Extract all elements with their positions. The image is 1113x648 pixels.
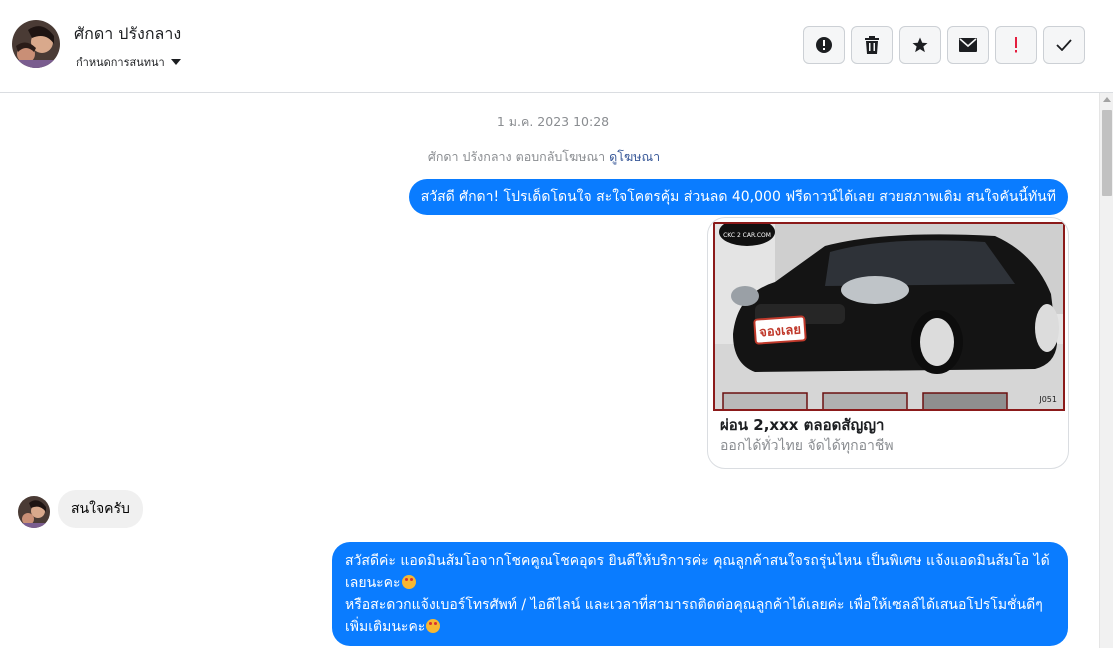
follow-up-button[interactable]: [995, 26, 1037, 64]
conversation-toolbar: [803, 26, 1085, 64]
ad-reply-note: ศักดา ปรังกลาง ตอบกลับโฆษณา ดูโฆษณา: [0, 147, 1088, 167]
checkmark-icon: [1056, 39, 1072, 51]
smiling-face-hearts-icon: [401, 575, 416, 589]
alert-circle-icon: [816, 37, 832, 53]
mark-unread-button[interactable]: [947, 26, 989, 64]
assign-conversation-dropdown[interactable]: กำหนดการสนทนา: [76, 53, 181, 71]
view-ad-link[interactable]: ดูโฆษณา: [609, 149, 660, 164]
caret-down-icon: [170, 59, 181, 65]
ad-card-description: ออกได้ทั่วไทย จัดได้ทุกอาชีพ: [720, 438, 894, 454]
car-code: J051: [1038, 395, 1057, 404]
thread-scrollbar[interactable]: [1099, 93, 1113, 648]
message-thread[interactable]: 1 ม.ค. 2023 10:28 ศักดา ปรังกลาง ตอบกลับ…: [0, 93, 1099, 648]
reserve-sticker: จองเลย: [759, 323, 802, 341]
delete-button[interactable]: [851, 26, 893, 64]
trash-icon: [865, 36, 879, 54]
report-button[interactable]: [803, 26, 845, 64]
contact-name[interactable]: ศักดา ปรังกลาง: [74, 22, 181, 47]
scroll-up-arrow-icon[interactable]: [1103, 97, 1111, 102]
ad-card[interactable]: CKC 2 CAR.COM จองเลย J051 ผ่อน 2,xxx ตลอ…: [707, 217, 1069, 469]
star-icon: [912, 37, 928, 53]
envelope-icon: [959, 38, 977, 52]
star-button[interactable]: [899, 26, 941, 64]
smiling-face-hearts-icon: [426, 619, 441, 633]
contact-avatar-small[interactable]: [18, 496, 50, 528]
dealer-watermark: CKC 2 CAR.COM: [723, 232, 771, 239]
car-image: CKC 2 CAR.COM จองเลย J051: [713, 222, 1065, 411]
admin-reply-paragraph-2: หรือสะดวกแจ้งเบอร์โทรศัพท์ / ไอดีไลน์ แล…: [345, 597, 1043, 635]
outgoing-message-admin-reply: สวัสดีค่ะ แอดมินส้มโอจากโชคคูณโชคอุดร ยิ…: [332, 542, 1068, 646]
incoming-message: สนใจครับ: [58, 490, 143, 528]
contact-avatar[interactable]: [12, 20, 60, 68]
conversation-header: ศักดา ปรังกลาง กำหนดการสนทนา: [0, 0, 1113, 93]
ad-card-title: ผ่อน 2,xxx ตลอดสัญญา: [720, 416, 885, 434]
outgoing-message-greeting: สวัสดี ศักดา! โปรเด็ดโดนใจ สะใจโคตรคุ้ม …: [408, 179, 1068, 215]
admin-reply-paragraph-1: สวัสดีค่ะ แอดมินส้มโอจากโชคคูณโชคอุดร ยิ…: [345, 553, 1050, 591]
mark-done-button[interactable]: [1043, 26, 1085, 64]
assign-conversation-label: กำหนดการสนทนา: [76, 56, 165, 69]
exclamation-icon: [1015, 37, 1017, 53]
scroll-thumb[interactable]: [1102, 110, 1112, 196]
ad-reply-text: ศักดา ปรังกลาง ตอบกลับโฆษณา: [427, 149, 606, 164]
message-timestamp: 1 ม.ค. 2023 10:28: [496, 114, 610, 129]
